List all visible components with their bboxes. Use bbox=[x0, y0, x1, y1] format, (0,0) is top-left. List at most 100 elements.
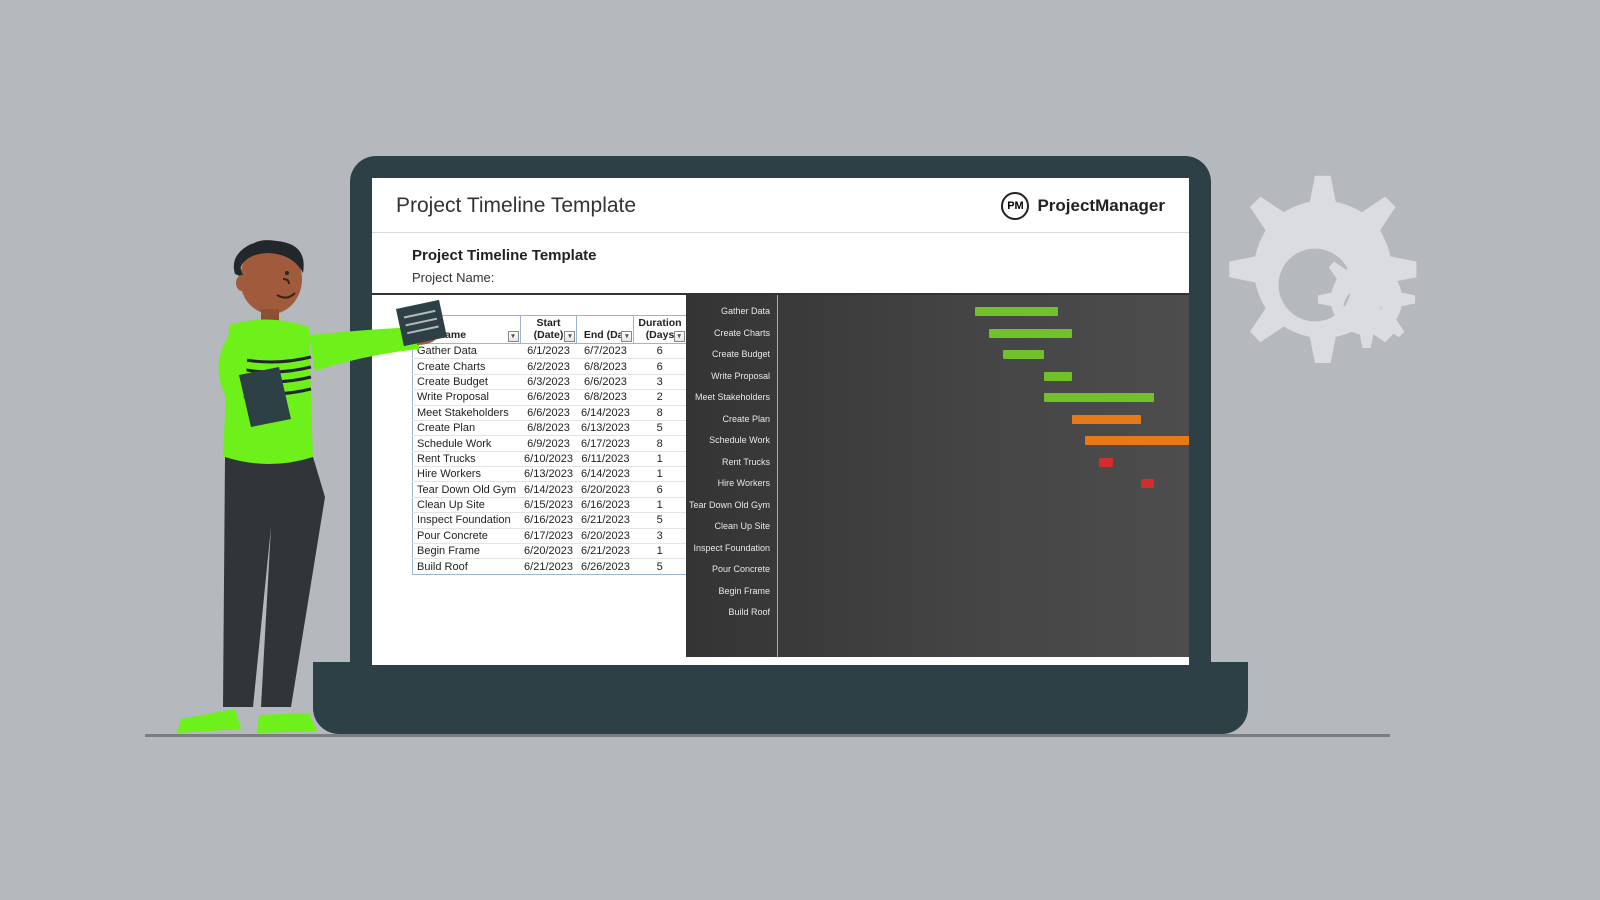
cell-duration: 3 bbox=[634, 528, 686, 543]
cell-start: 6/2/2023 bbox=[520, 359, 577, 374]
chevron-down-icon[interactable]: ▾ bbox=[621, 331, 632, 342]
gantt-row-label: Create Budget bbox=[686, 350, 774, 359]
gantt-bar[interactable] bbox=[1141, 479, 1155, 488]
gantt-row: Build Roof bbox=[686, 602, 1189, 623]
cell-duration: 8 bbox=[634, 405, 686, 420]
gantt-bar[interactable] bbox=[989, 329, 1072, 338]
gantt-row-label: Meet Stakeholders bbox=[686, 393, 774, 402]
gantt-bar[interactable] bbox=[1044, 393, 1154, 402]
gantt-row: Write Proposal bbox=[686, 366, 1189, 387]
chevron-down-icon[interactable]: ▾ bbox=[674, 331, 685, 342]
gantt-bar[interactable] bbox=[975, 307, 1058, 316]
cell-duration: 3 bbox=[634, 374, 686, 389]
cell-end: 6/8/2023 bbox=[577, 390, 634, 405]
cell-duration: 1 bbox=[634, 451, 686, 466]
chevron-down-icon[interactable]: ▾ bbox=[564, 331, 575, 342]
chevron-down-icon[interactable]: ▾ bbox=[508, 331, 519, 342]
cell-end: 6/6/2023 bbox=[577, 374, 634, 389]
gear-icon bbox=[1295, 240, 1430, 375]
gantt-row-label: Begin Frame bbox=[686, 587, 774, 596]
col-end-date[interactable]: End (Dat ▾ bbox=[577, 316, 634, 344]
gantt-bar[interactable] bbox=[1003, 350, 1044, 359]
cell-end: 6/20/2023 bbox=[577, 528, 634, 543]
gantt-row-label: Rent Trucks bbox=[686, 458, 774, 467]
gantt-row-label: Inspect Foundation bbox=[686, 544, 774, 553]
brand: PM ProjectManager bbox=[1001, 192, 1165, 220]
document-header: Project Timeline Template PM ProjectMana… bbox=[372, 178, 1189, 233]
gantt-row: Clean Up Site bbox=[686, 516, 1189, 537]
cell-start: 6/14/2023 bbox=[520, 482, 577, 497]
cell-start: 6/6/2023 bbox=[520, 405, 577, 420]
cell-end: 6/13/2023 bbox=[577, 420, 634, 435]
gantt-chart: Gather DataCreate Charts Create Budget Wri… bbox=[686, 295, 1189, 657]
cell-end: 6/17/2023 bbox=[577, 436, 634, 451]
cell-start: 6/8/2023 bbox=[520, 420, 577, 435]
cell-end: 6/16/2023 bbox=[577, 497, 634, 512]
gantt-row: Inspect Foundation bbox=[686, 538, 1189, 559]
gantt-row: Create Charts bbox=[686, 323, 1189, 344]
brand-name: ProjectManager bbox=[1037, 196, 1165, 216]
cell-duration: 6 bbox=[634, 344, 686, 359]
cell-end: 6/11/2023 bbox=[577, 451, 634, 466]
cell-end: 6/26/2023 bbox=[577, 559, 634, 574]
gantt-row: Create Budget bbox=[686, 344, 1189, 365]
cell-start: 6/13/2023 bbox=[520, 467, 577, 482]
gantt-row: Hire Workers bbox=[686, 473, 1189, 494]
cell-start: 6/21/2023 bbox=[520, 559, 577, 574]
gantt-row-label: Clean Up Site bbox=[686, 522, 774, 531]
gantt-row: Gather Data bbox=[686, 301, 1189, 322]
gantt-bar[interactable] bbox=[1072, 415, 1141, 424]
gantt-row: Schedule Work bbox=[686, 430, 1189, 451]
laptop-screen: Project Timeline Template PM ProjectMana… bbox=[350, 156, 1211, 687]
gantt-row: Rent Trucks bbox=[686, 452, 1189, 473]
cell-duration: 6 bbox=[634, 359, 686, 374]
cell-start: 6/16/2023 bbox=[520, 513, 577, 528]
col-start-date[interactable]: Start(Date) ▾ bbox=[520, 316, 577, 344]
cell-end: 6/14/2023 bbox=[577, 467, 634, 482]
cell-duration: 6 bbox=[634, 482, 686, 497]
cell-end: 6/8/2023 bbox=[577, 359, 634, 374]
template-heading: Project Timeline Template bbox=[412, 247, 1149, 264]
cell-start: 6/9/2023 bbox=[520, 436, 577, 451]
gantt-row-label: Create Plan bbox=[686, 415, 774, 424]
gantt-row-label: Write Proposal bbox=[686, 372, 774, 381]
brand-logo-icon: PM bbox=[1001, 192, 1029, 220]
col-duration[interactable]: Duration(Days ▾ bbox=[634, 316, 686, 344]
cell-start: 6/6/2023 bbox=[520, 390, 577, 405]
gantt-row: Tear Down Old Gym bbox=[686, 495, 1189, 516]
cell-duration: 5 bbox=[634, 513, 686, 528]
document-title: Project Timeline Template bbox=[396, 194, 636, 218]
gantt-row: Begin Frame bbox=[686, 581, 1189, 602]
col-label: Start(Date) bbox=[534, 317, 564, 341]
person-illustration bbox=[173, 239, 458, 736]
gantt-row: Pour Concrete bbox=[686, 559, 1189, 580]
gantt-row: Meet Stakeholders bbox=[686, 387, 1189, 408]
cell-end: 6/7/2023 bbox=[577, 344, 634, 359]
gantt-bar[interactable] bbox=[1099, 458, 1113, 467]
cell-start: 6/3/2023 bbox=[520, 374, 577, 389]
cell-duration: 1 bbox=[634, 543, 686, 558]
cell-end: 6/20/2023 bbox=[577, 482, 634, 497]
gantt-bar[interactable] bbox=[1085, 436, 1189, 445]
cell-duration: 1 bbox=[634, 467, 686, 482]
cell-start: 6/1/2023 bbox=[520, 344, 577, 359]
cell-duration: 2 bbox=[634, 390, 686, 405]
spreadsheet-document: Project Timeline Template PM ProjectMana… bbox=[372, 178, 1189, 665]
cell-start: 6/17/2023 bbox=[520, 528, 577, 543]
document-body: ask Name ▾ Start(Date) ▾ End (Dat ▾ bbox=[372, 295, 1189, 657]
gantt-row-label: Build Roof bbox=[686, 608, 774, 617]
cell-duration: 8 bbox=[634, 436, 686, 451]
gantt-row: Create Plan bbox=[686, 409, 1189, 430]
cell-start: 6/10/2023 bbox=[520, 451, 577, 466]
document-subheader: Project Timeline Template Project Name: bbox=[372, 233, 1189, 295]
cell-duration: 5 bbox=[634, 420, 686, 435]
cell-start: 6/20/2023 bbox=[520, 543, 577, 558]
cell-duration: 1 bbox=[634, 497, 686, 512]
gantt-row-label: Pour Concrete bbox=[686, 565, 774, 574]
project-name-label: Project Name: bbox=[412, 270, 1149, 285]
gantt-row-label: Schedule Work bbox=[686, 436, 774, 445]
gantt-row-label: Tear Down Old Gym bbox=[686, 501, 774, 510]
cell-end: 6/14/2023 bbox=[577, 405, 634, 420]
cell-start: 6/15/2023 bbox=[520, 497, 577, 512]
gantt-bar[interactable] bbox=[1044, 372, 1072, 381]
